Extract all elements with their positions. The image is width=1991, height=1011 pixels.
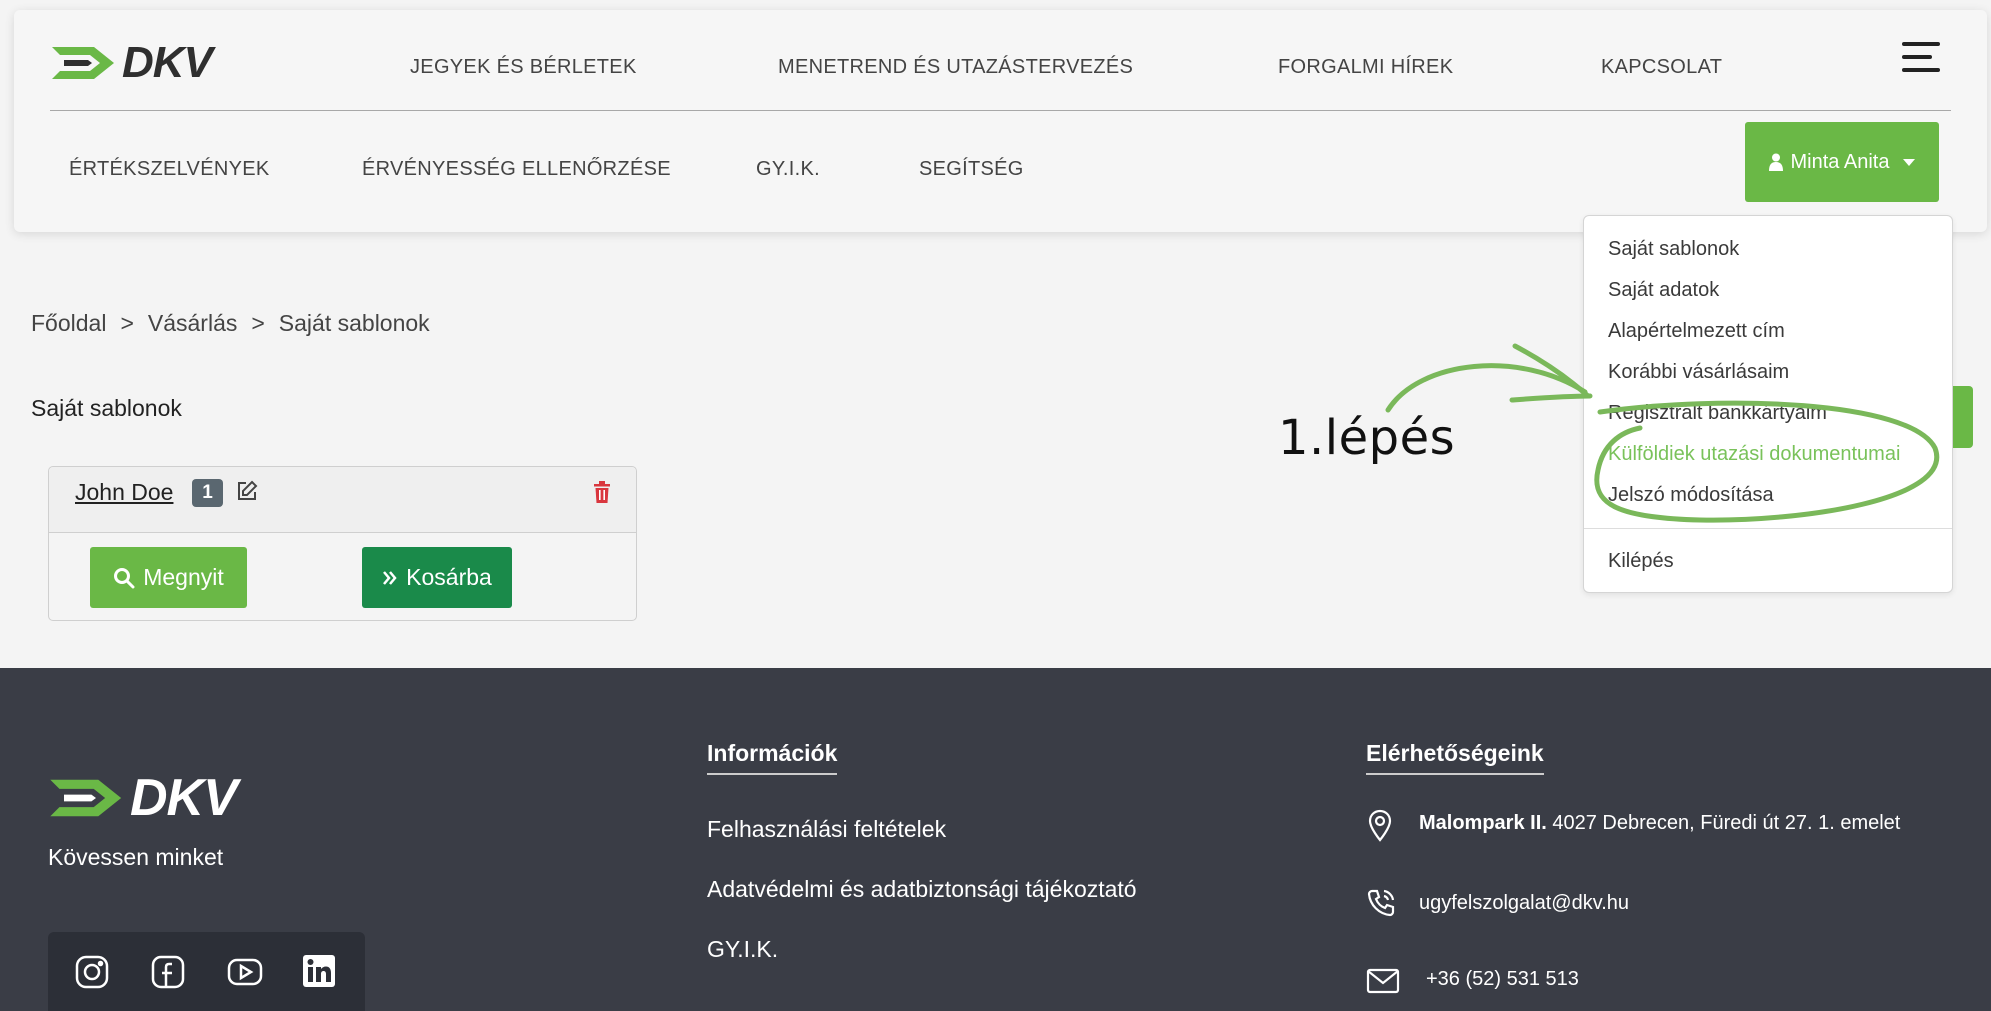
search-icon bbox=[114, 567, 135, 588]
contact-address: Malompark II. 4027 Debrecen, Füredi út 2… bbox=[1419, 812, 1900, 835]
nav-tickets[interactable]: JEGYEK ÉS BÉRLETEK bbox=[410, 56, 637, 79]
subnav-help[interactable]: SEGÍTSÉG bbox=[919, 158, 1024, 181]
breadcrumb-purchase[interactable]: Vásárlás bbox=[148, 310, 237, 336]
instagram-icon[interactable] bbox=[74, 954, 110, 995]
link-privacy-policy[interactable]: Adatvédelmi és adatbiztonsági tájékoztat… bbox=[707, 876, 1137, 903]
user-icon bbox=[1768, 153, 1783, 171]
nav-contact[interactable]: KAPCSOLAT bbox=[1601, 56, 1722, 79]
menu-item-logout[interactable]: Kilépés bbox=[1608, 550, 1674, 573]
subnav-validity-check[interactable]: ÉRVÉNYESSÉG ELLENŐRZÉSE bbox=[362, 158, 671, 181]
menu-item-change-password[interactable]: Jelszó módosítása bbox=[1608, 484, 1774, 507]
menu-item-registered-cards[interactable]: Regisztrált bankkártyáim bbox=[1608, 402, 1827, 425]
double-chevron-right-icon bbox=[383, 570, 397, 585]
footer-logo-text: DKV bbox=[130, 769, 238, 827]
open-label: Megnyit bbox=[143, 564, 224, 590]
breadcrumb-current: Saját sablonok bbox=[278, 310, 430, 336]
footer-dkv-logo[interactable]: DKV bbox=[48, 768, 238, 828]
link-faq[interactable]: GY.I.K. bbox=[707, 936, 778, 963]
link-terms-of-use[interactable]: Felhasználási feltételek bbox=[707, 816, 946, 843]
subnav-faq[interactable]: GY.I.K. bbox=[756, 158, 820, 181]
nav-traffic-news[interactable]: FORGALMI HÍREK bbox=[1278, 56, 1453, 79]
chevron-down-icon bbox=[1903, 158, 1916, 166]
dkv-logo[interactable]: DKV bbox=[50, 38, 213, 88]
youtube-icon[interactable] bbox=[226, 954, 264, 995]
step-annotation: 1.lépés bbox=[1278, 410, 1456, 466]
template-card-header: John Doe 1 bbox=[49, 467, 636, 533]
site-footer: DKV Kövessen minket Információk Felhaszn… bbox=[0, 668, 1991, 1011]
contact-phone[interactable]: +36 (52) 531 513 bbox=[1426, 968, 1579, 991]
follow-us-label: Kövessen minket bbox=[48, 844, 224, 870]
breadcrumb: Főoldal > Vásárlás > Saját sablonok bbox=[31, 310, 430, 337]
user-name: Minta Anita bbox=[1790, 150, 1890, 173]
logo-text: DKV bbox=[122, 38, 213, 87]
address-bold: Malompark II. bbox=[1419, 812, 1547, 834]
template-card: John Doe 1 Megnyit Kosárba bbox=[48, 466, 637, 621]
linkedin-icon[interactable] bbox=[302, 954, 336, 993]
open-template-button[interactable]: Megnyit bbox=[90, 547, 247, 608]
nav-timetable[interactable]: MENETREND ÉS UTAZÁSTERVEZÉS bbox=[778, 56, 1133, 79]
dkv-logo-mark-icon bbox=[50, 779, 122, 817]
template-name-link[interactable]: John Doe bbox=[75, 479, 173, 506]
page-title: Saját sablonok bbox=[31, 395, 182, 421]
envelope-icon bbox=[1366, 968, 1400, 999]
hidden-green-button-edge[interactable] bbox=[1953, 386, 1973, 448]
address-rest: 4027 Debrecen, Füredi út 27. 1. emelet bbox=[1546, 812, 1901, 834]
site-header: DKV JEGYEK ÉS BÉRLETEK MENETREND ÉS UTAZ… bbox=[14, 10, 1987, 232]
breadcrumb-separator: > bbox=[251, 310, 265, 336]
menu-divider bbox=[1584, 528, 1952, 529]
menu-item-my-templates[interactable]: Saját sablonok bbox=[1608, 238, 1739, 261]
hamburger-menu-icon[interactable] bbox=[1902, 40, 1942, 74]
dkv-logo-mark-icon bbox=[52, 47, 114, 79]
edit-icon[interactable] bbox=[235, 479, 259, 508]
breadcrumb-home[interactable]: Főoldal bbox=[31, 310, 106, 336]
phone-icon bbox=[1366, 888, 1396, 923]
menu-item-default-address[interactable]: Alapértelmezett cím bbox=[1608, 320, 1785, 343]
location-pin-icon bbox=[1366, 808, 1394, 847]
add-to-cart-button[interactable]: Kosárba bbox=[362, 547, 512, 608]
header-divider bbox=[50, 110, 1951, 111]
menu-item-past-purchases[interactable]: Korábbi vásárlásaim bbox=[1608, 361, 1789, 384]
cart-label: Kosárba bbox=[406, 564, 492, 590]
menu-item-my-data[interactable]: Saját adatok bbox=[1608, 279, 1719, 302]
contact-heading: Elérhetőségeink bbox=[1366, 740, 1544, 775]
trash-icon[interactable] bbox=[593, 481, 611, 508]
menu-item-foreign-travel-docs[interactable]: Külföldiek utazási dokumentumai bbox=[1608, 443, 1900, 466]
social-links bbox=[48, 932, 365, 1011]
user-dropdown-menu: Saját sablonok Saját adatok Alapértelmez… bbox=[1583, 215, 1953, 593]
template-count-badge: 1 bbox=[192, 479, 223, 507]
contact-email[interactable]: ugyfelszolgalat@dkv.hu bbox=[1419, 892, 1629, 915]
breadcrumb-separator: > bbox=[120, 310, 134, 336]
subnav-vouchers[interactable]: ÉRTÉKSZELVÉNYEK bbox=[69, 158, 270, 181]
user-menu-button[interactable]: Minta Anita bbox=[1745, 122, 1939, 202]
facebook-icon[interactable] bbox=[150, 954, 186, 995]
info-heading: Információk bbox=[707, 740, 838, 775]
